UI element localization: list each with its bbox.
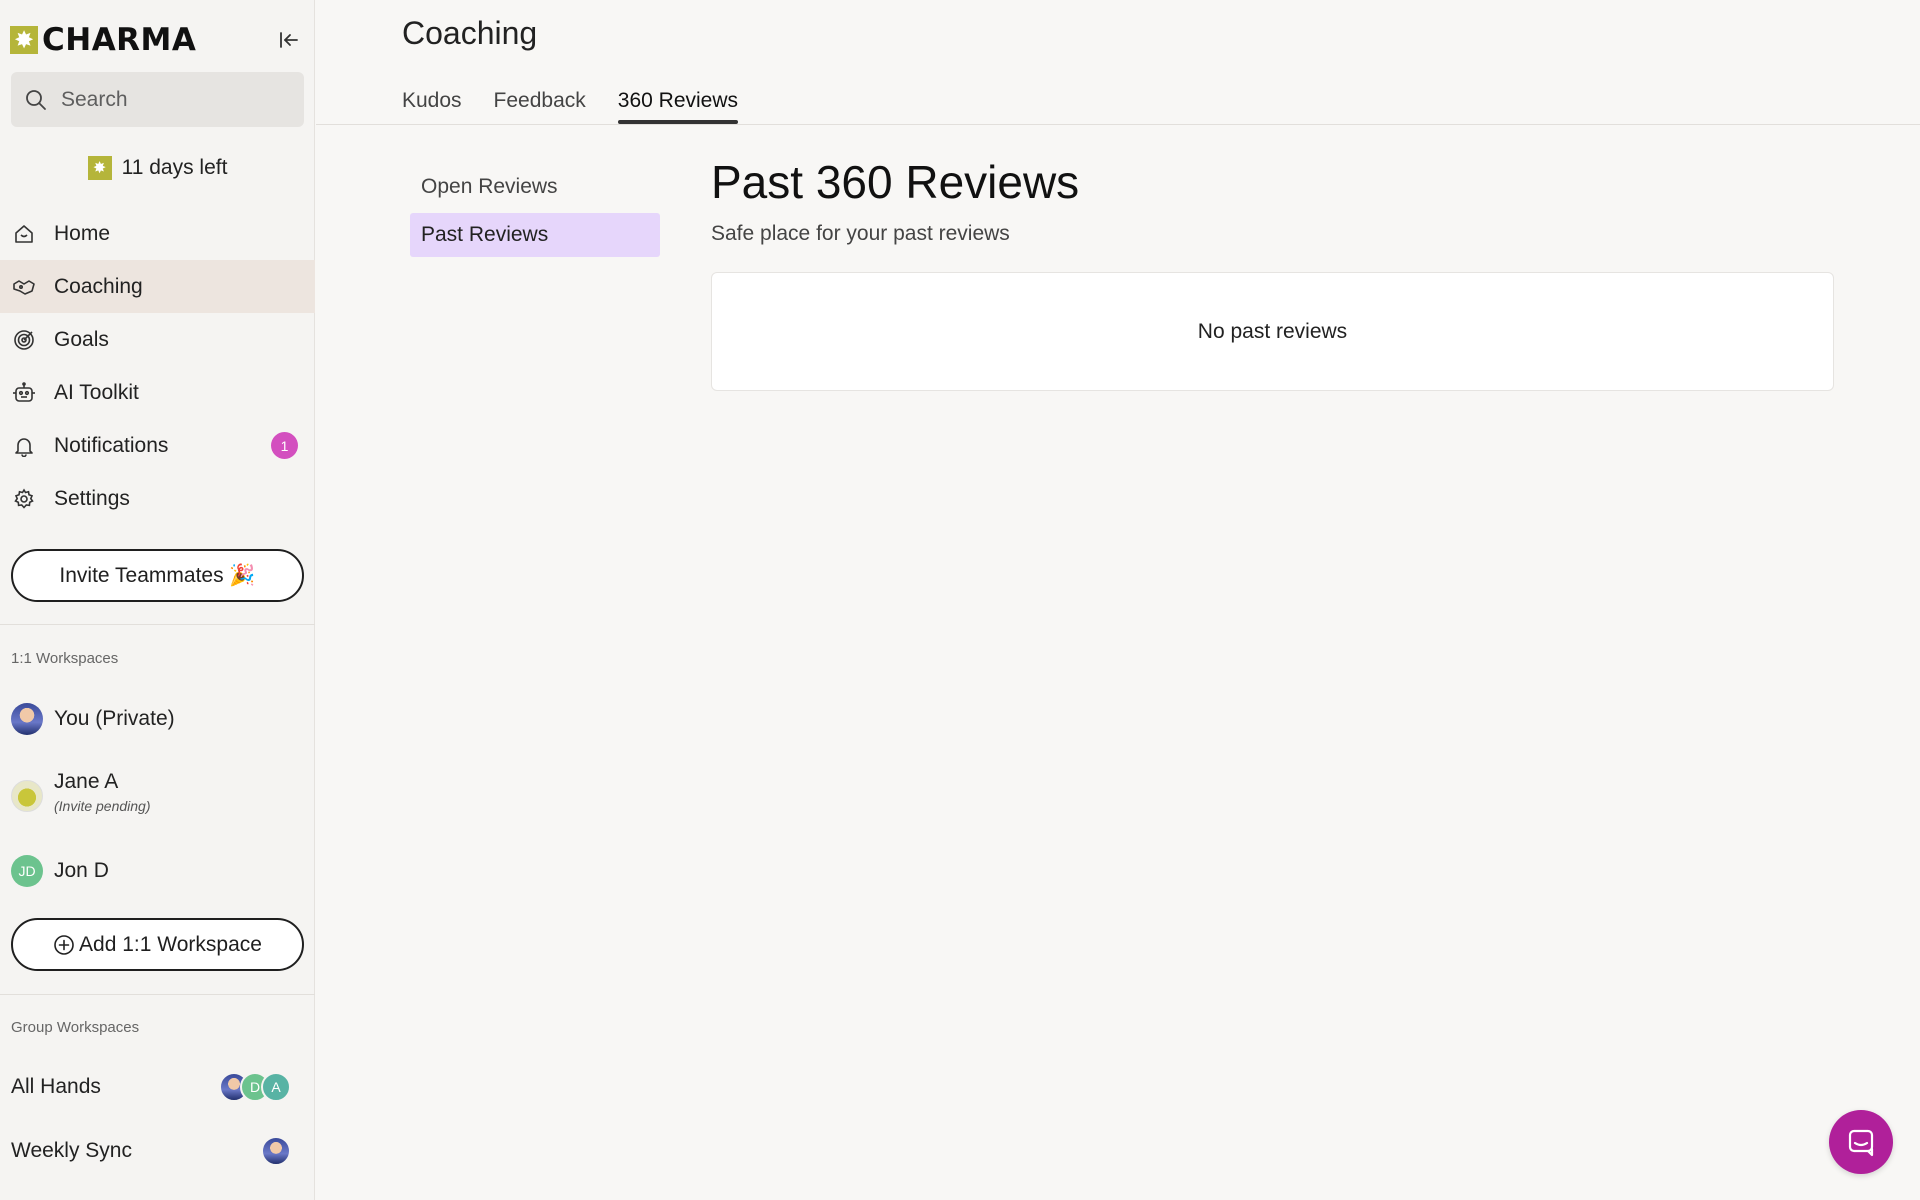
- tab-feedback[interactable]: Feedback: [494, 86, 586, 124]
- target-icon: [12, 328, 36, 352]
- trial-indicator[interactable]: ✸ 11 days left: [0, 148, 315, 188]
- empty-state-text: No past reviews: [1197, 319, 1348, 343]
- chat-launcher-button[interactable]: [1829, 1110, 1893, 1174]
- group-name: Weekly Sync: [11, 1139, 132, 1162]
- subnav-past-reviews[interactable]: Past Reviews: [410, 213, 660, 257]
- nav-label: Goals: [54, 327, 109, 351]
- collapse-left-icon: [280, 32, 298, 48]
- charma-logo-icon: ✸: [10, 26, 38, 54]
- search-box[interactable]: [11, 72, 304, 127]
- logo: ✸ CHARMA: [10, 20, 305, 60]
- avatar-stack: D A: [219, 1072, 291, 1102]
- avatar: A: [261, 1072, 291, 1102]
- coaching-icon: [12, 275, 36, 299]
- search-input[interactable]: [61, 87, 281, 112]
- nav-item-home[interactable]: Home: [0, 207, 315, 260]
- nav-item-settings[interactable]: Settings: [0, 472, 315, 525]
- tab-360-reviews[interactable]: 360 Reviews: [617, 86, 739, 124]
- nav-item-goals[interactable]: Goals: [0, 313, 315, 366]
- nav-label: Notifications: [54, 433, 169, 457]
- nav-item-ai-toolkit[interactable]: AI Toolkit: [0, 366, 315, 419]
- chat-icon: [1848, 1129, 1874, 1157]
- avatar: JD: [11, 855, 43, 887]
- tab-divider: [316, 124, 1920, 125]
- content-subheading: Safe place for your past reviews: [711, 222, 1010, 245]
- tab-kudos[interactable]: Kudos: [402, 86, 462, 124]
- add-workspace-button[interactable]: Add 1:1 Workspace: [11, 918, 304, 971]
- collapse-sidebar-button[interactable]: [273, 24, 305, 56]
- tab-bar: Kudos Feedback 360 Reviews: [402, 86, 770, 124]
- group-item-all-hands[interactable]: All Hands D A: [11, 1067, 301, 1107]
- group-item-weekly-sync[interactable]: Weekly Sync: [11, 1131, 301, 1171]
- main-content: Coaching Kudos Feedback 360 Reviews Open…: [316, 0, 1920, 1200]
- workspace-name: You (Private): [54, 707, 175, 730]
- empty-state-card: No past reviews: [711, 272, 1834, 391]
- search-icon: [26, 89, 46, 110]
- nav-label: Coaching: [54, 274, 143, 298]
- reviews-subnav: Open Reviews Past Reviews: [410, 165, 660, 261]
- sidebar: ✸ CHARMA ✸ 11 days left Home Coaching: [0, 0, 315, 1200]
- avatar: [11, 780, 43, 812]
- sidebar-divider: [0, 624, 315, 625]
- avatar-stack: [261, 1136, 291, 1166]
- brand-name: CHARMA: [42, 22, 197, 58]
- sidebar-divider: [0, 994, 315, 995]
- plus-circle-icon: [54, 934, 74, 955]
- avatar: [11, 703, 43, 735]
- invite-teammates-button[interactable]: Invite Teammates 🎉: [11, 549, 304, 602]
- avatar: [261, 1136, 291, 1166]
- workspace-status: (Invite pending): [54, 798, 151, 814]
- bell-icon: [12, 434, 36, 458]
- nav-label: Settings: [54, 486, 130, 510]
- nav-item-notifications[interactable]: Notifications 1: [0, 419, 315, 472]
- main-nav: Home Coaching Goals AI Toolkit Notificat…: [0, 207, 315, 525]
- workspace-name: Jon D: [54, 859, 109, 882]
- workspace-item-jane[interactable]: Jane A (Invite pending): [11, 766, 306, 826]
- nav-item-coaching[interactable]: Coaching: [0, 260, 315, 313]
- gear-icon: [12, 487, 36, 511]
- group-heading: Group Workspaces: [11, 1019, 140, 1036]
- home-icon: [12, 222, 36, 246]
- one-on-one-heading: 1:1 Workspaces: [11, 650, 119, 667]
- nav-label: AI Toolkit: [54, 380, 139, 404]
- page-title: Coaching: [402, 15, 538, 51]
- workspace-name: Jane A: [54, 770, 119, 793]
- robot-icon: [12, 381, 36, 405]
- workspace-item-jon[interactable]: JD Jon D: [11, 854, 306, 888]
- trial-star-icon: ✸: [87, 156, 112, 180]
- add-workspace-label: Add 1:1 Workspace: [79, 932, 262, 956]
- notification-count-badge: 1: [271, 432, 298, 459]
- subnav-open-reviews[interactable]: Open Reviews: [410, 165, 660, 209]
- trial-text: 11 days left: [121, 156, 228, 179]
- group-name: All Hands: [11, 1075, 101, 1098]
- workspace-item-you[interactable]: You (Private): [11, 702, 306, 736]
- nav-label: Home: [54, 221, 111, 245]
- content-heading: Past 360 Reviews: [711, 156, 1080, 208]
